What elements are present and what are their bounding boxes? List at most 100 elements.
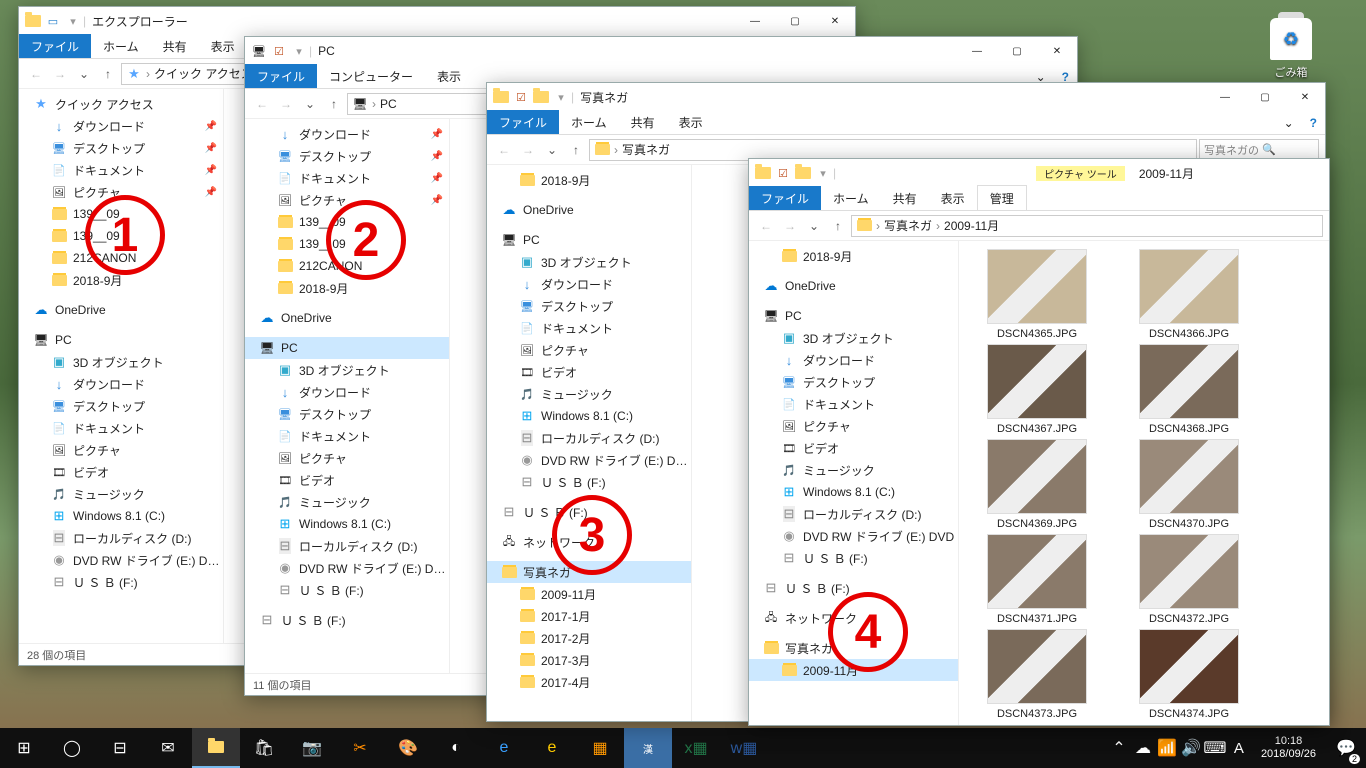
tab-view[interactable]: 表示 <box>425 64 473 88</box>
nav-item[interactable]: 2018-9月 <box>487 169 691 191</box>
nav-item[interactable]: 写真ネガ <box>749 637 958 659</box>
nav-item[interactable]: Ｕ Ｓ Ｂ (F:) <box>19 571 223 593</box>
thumbnail[interactable]: DSCN4368.JPG <box>1119 344 1259 435</box>
close-button[interactable]: ✕ <box>1037 37 1077 65</box>
nav-item[interactable]: ダウンロード <box>245 381 449 403</box>
nav-item[interactable]: 2017-1月 <box>487 605 691 627</box>
taskbar-app1[interactable]: ◐ <box>432 728 480 768</box>
nav-item[interactable]: ビデオ <box>245 469 449 491</box>
nav-item[interactable]: Ｕ Ｓ Ｂ (F:) <box>749 547 958 569</box>
nav-item[interactable]: デスクトップ <box>245 403 449 425</box>
thumbnail[interactable]: DSCN4371.JPG <box>967 534 1107 625</box>
qat-dropdown-icon[interactable]: ▾ <box>553 89 569 105</box>
taskbar-edge[interactable]: e <box>480 728 528 768</box>
recent-dropdown[interactable]: ⌄ <box>73 63 95 85</box>
nav-item[interactable]: 212CANON <box>245 255 449 277</box>
taskbar-mail[interactable]: ✉ <box>144 728 192 768</box>
nav-item[interactable]: ミュージック <box>487 383 691 405</box>
nav-item[interactable]: Windows 8.1 (C:) <box>487 405 691 427</box>
qat-dropdown-icon[interactable]: ▾ <box>291 43 307 59</box>
taskbar-app3[interactable]: 漢 <box>624 728 672 768</box>
breadcrumb-item[interactable]: クイック アクセス <box>154 65 253 82</box>
search-button[interactable]: ◯ <box>48 728 96 768</box>
nav-item[interactable]: ローカルディスク (D:) <box>749 503 958 525</box>
close-button[interactable]: ✕ <box>1285 83 1325 111</box>
nav-item[interactable]: ピクチャ <box>487 339 691 361</box>
nav-item[interactable]: 2018-9月 <box>245 277 449 299</box>
taskbar-snip[interactable]: ✂ <box>336 728 384 768</box>
minimize-button[interactable]: — <box>735 7 775 35</box>
nav-item[interactable]: DVD RW ドライブ (E:) DVD <box>749 525 958 547</box>
taskbar-paint[interactable]: 🎨 <box>384 728 432 768</box>
nav-item[interactable]: デスクトップ <box>487 295 691 317</box>
nav-item[interactable]: ピクチャ📌 <box>245 189 449 211</box>
taskbar-word[interactable]: w▦ <box>720 728 768 768</box>
tab-share[interactable]: 共有 <box>619 110 667 134</box>
nav-item[interactable]: Ｕ Ｓ Ｂ (F:) <box>749 577 958 599</box>
recent-dropdown[interactable]: ⌄ <box>803 215 825 237</box>
tray-network-icon[interactable]: 📶 <box>1155 728 1179 768</box>
ribbon-toggle-icon[interactable]: ⌄ <box>1276 112 1302 134</box>
forward-button[interactable]: → <box>779 215 801 237</box>
nav-item[interactable]: ネットワーク <box>487 531 691 553</box>
nav-item[interactable]: ダウンロード📌 <box>19 115 223 137</box>
nav-item[interactable]: PC <box>245 337 449 359</box>
nav-item[interactable]: ドキュメント <box>245 425 449 447</box>
nav-item[interactable]: 139__09 <box>245 211 449 233</box>
tab-file[interactable]: ファイル <box>19 34 91 58</box>
maximize-button[interactable]: ▢ <box>775 7 815 35</box>
taskview-button[interactable]: ⊟ <box>96 728 144 768</box>
nav-pane[interactable]: 2018-9月OneDrivePC3D オブジェクトダウンロードデスクトップドキ… <box>487 165 692 721</box>
nav-item[interactable]: 3D オブジェクト <box>19 351 223 373</box>
nav-item[interactable]: 2017-2月 <box>487 627 691 649</box>
nav-item[interactable]: DVD RW ドライブ (E:) DVD <box>19 549 223 571</box>
up-button[interactable]: ↑ <box>565 139 587 161</box>
close-button[interactable]: ✕ <box>815 7 855 35</box>
taskbar[interactable]: ⊞ ◯ ⊟ ✉ 🛍 📷 ✂ 🎨 ◐ e e ▦ 漢 x▦ w▦ ⌃ ☁ 📶 🔊 … <box>0 728 1366 768</box>
qat-dropdown-icon[interactable]: ▾ <box>65 13 81 29</box>
nav-item[interactable]: Windows 8.1 (C:) <box>245 513 449 535</box>
tab-home[interactable]: ホーム <box>91 34 151 58</box>
thumbnail[interactable]: DSCN4366.JPG <box>1119 249 1259 340</box>
nav-item[interactable]: Ｕ Ｓ Ｂ (F:) <box>245 609 449 631</box>
nav-item[interactable]: デスクトップ <box>19 395 223 417</box>
tab-home[interactable]: ホーム <box>821 186 881 210</box>
forward-button[interactable]: → <box>517 139 539 161</box>
taskbar-ie[interactable]: e <box>528 728 576 768</box>
tray-up-icon[interactable]: ⌃ <box>1107 728 1131 768</box>
nav-item[interactable]: デスクトップ📌 <box>245 145 449 167</box>
tray-onedrive-icon[interactable]: ☁ <box>1131 728 1155 768</box>
back-button[interactable]: ← <box>251 93 273 115</box>
thumbnail[interactable]: DSCN4372.JPG <box>1119 534 1259 625</box>
nav-item[interactable]: 3D オブジェクト <box>487 251 691 273</box>
nav-item[interactable]: 写真ネガ <box>487 561 691 583</box>
breadcrumb-item[interactable]: 写真ネガ <box>884 217 932 234</box>
thumbnail[interactable]: DSCN4365.JPG <box>967 249 1107 340</box>
nav-item[interactable]: ピクチャ <box>19 439 223 461</box>
nav-pane[interactable]: 2018-9月OneDrivePC3D オブジェクトダウンロードデスクトップドキ… <box>749 241 959 725</box>
nav-item[interactable]: 3D オブジェクト <box>245 359 449 381</box>
minimize-button[interactable]: — <box>957 37 997 65</box>
forward-button[interactable]: → <box>275 93 297 115</box>
nav-item[interactable]: ローカルディスク (D:) <box>19 527 223 549</box>
nav-item[interactable]: Ｕ Ｓ Ｂ (F:) <box>487 471 691 493</box>
nav-item[interactable]: ビデオ <box>749 437 958 459</box>
breadcrumb-item[interactable]: 2009-11月 <box>944 217 999 234</box>
nav-item[interactable]: ミュージック <box>19 483 223 505</box>
nav-item[interactable]: 2018-9月 <box>749 245 958 267</box>
breadcrumb-item[interactable]: 写真ネガ <box>622 141 670 158</box>
nav-item[interactable]: DVD RW ドライブ (E:) DVD <box>245 557 449 579</box>
nav-item[interactable]: ローカルディスク (D:) <box>487 427 691 449</box>
tab-manage[interactable]: 管理 <box>977 185 1027 210</box>
nav-item[interactable]: ミュージック <box>749 459 958 481</box>
nav-item[interactable]: デスクトップ📌 <box>19 137 223 159</box>
recent-dropdown[interactable]: ⌄ <box>299 93 321 115</box>
nav-item[interactable]: ドキュメント <box>19 417 223 439</box>
content-pane[interactable]: DSCN4365.JPGDSCN4366.JPGDSCN4367.JPGDSCN… <box>959 241 1329 725</box>
nav-item[interactable]: 2018-9月 <box>19 269 223 291</box>
recent-dropdown[interactable]: ⌄ <box>541 139 563 161</box>
nav-item[interactable]: 2017-3月 <box>487 649 691 671</box>
nav-item[interactable]: ダウンロード <box>19 373 223 395</box>
tray-keyboard-icon[interactable]: ⌨ <box>1203 728 1227 768</box>
nav-item[interactable]: ネットワーク <box>749 607 958 629</box>
